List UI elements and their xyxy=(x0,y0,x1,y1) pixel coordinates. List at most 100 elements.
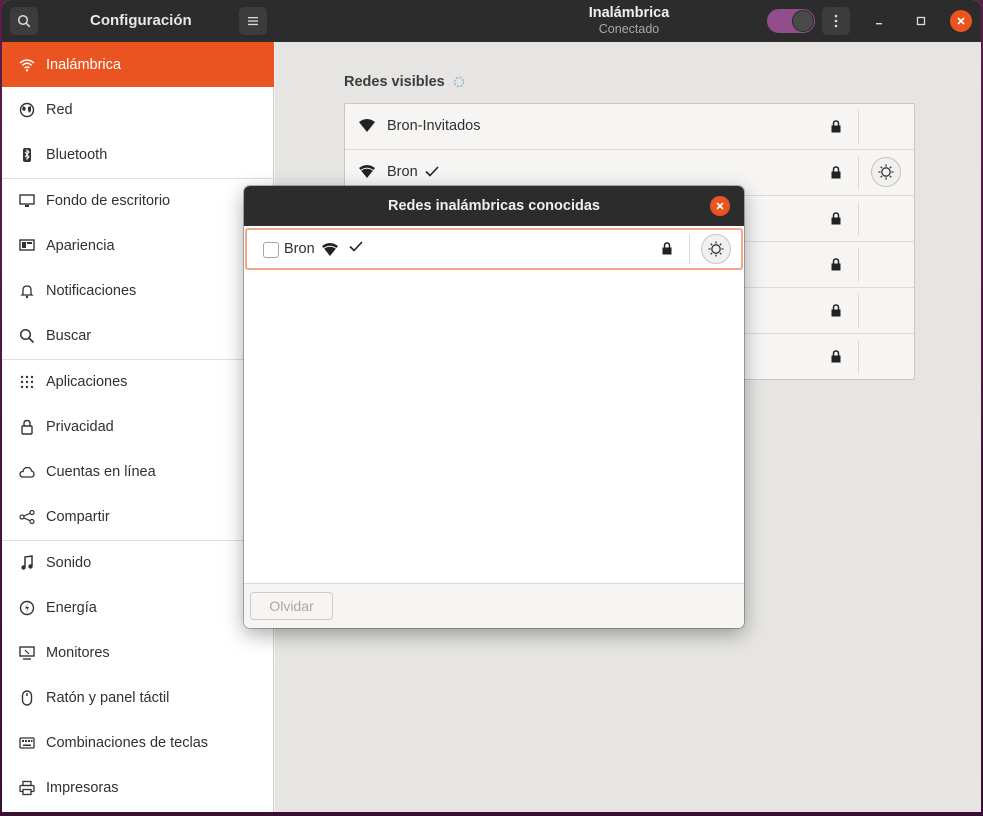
share-icon xyxy=(16,506,38,528)
wifi-toggle[interactable] xyxy=(767,9,815,33)
lock-icon xyxy=(831,120,841,133)
forget-button[interactable]: Olvidar xyxy=(250,592,333,620)
gear-icon xyxy=(878,164,894,180)
sidebar-item-sound[interactable]: Sonido xyxy=(2,540,274,585)
network-settings-button[interactable] xyxy=(871,157,901,187)
sidebar-item-label: Compartir xyxy=(46,508,110,525)
app-title: Configuración xyxy=(90,12,192,29)
row-divider xyxy=(858,248,859,282)
search-button[interactable] xyxy=(10,7,38,35)
sidebar-item-label: Impresoras xyxy=(46,779,119,796)
sidebar-item-label: Red xyxy=(46,101,73,118)
options-button[interactable] xyxy=(822,7,850,35)
lock-icon xyxy=(16,416,38,438)
bluetooth-icon xyxy=(16,144,38,166)
network-icon xyxy=(16,99,38,121)
sidebar-item-power[interactable]: Energía xyxy=(2,585,274,630)
sidebar-item-label: Cuentas en línea xyxy=(46,463,156,480)
page-title-block: Inalámbrica Conectado xyxy=(522,5,736,37)
toggle-knob xyxy=(792,10,814,32)
sidebar-item-label: Bluetooth xyxy=(46,146,108,163)
wifi-signal-icon xyxy=(322,243,338,256)
known-networks-dialog: Redes inalámbricas conocidas Bron Olvida… xyxy=(244,186,744,628)
sidebar-item-label: Fondo de escritorio xyxy=(46,192,171,209)
minimize-button[interactable] xyxy=(868,10,890,32)
sidebar-item-search[interactable]: Buscar xyxy=(2,313,274,358)
known-network-settings-button[interactable] xyxy=(701,234,731,264)
row-divider xyxy=(858,294,859,328)
connected-check-icon xyxy=(349,241,363,252)
sidebar-item-network[interactable]: Red xyxy=(2,87,274,132)
network-name: Bron-Invitados xyxy=(387,118,481,134)
page-subtitle: Conectado xyxy=(598,22,660,36)
row-divider xyxy=(858,156,859,190)
search-icon xyxy=(17,14,31,28)
sidebar-item-online-accounts[interactable]: Cuentas en línea xyxy=(2,449,274,494)
network-checkbox[interactable] xyxy=(263,242,279,258)
sidebar-item-background[interactable]: Fondo de escritorio xyxy=(2,178,274,223)
sidebar-item-label: Apariencia xyxy=(46,237,115,254)
music-note-icon xyxy=(16,552,38,574)
header-bar: Configuración Inalámbrica Conectado xyxy=(2,0,981,42)
maximize-icon xyxy=(916,16,926,26)
dialog-close-button[interactable] xyxy=(710,196,730,216)
section-title: Redes visibles xyxy=(344,74,465,90)
cloud-icon xyxy=(16,461,38,483)
sidebar-item-label: Monitores xyxy=(46,644,110,661)
row-divider xyxy=(858,340,859,374)
keyboard-icon xyxy=(16,732,38,754)
page-title: Inalámbrica xyxy=(588,5,670,21)
wifi-icon xyxy=(16,54,38,76)
lock-icon xyxy=(831,350,841,363)
dialog-title: Redes inalámbricas conocidas xyxy=(388,198,600,214)
vertical-dots-icon xyxy=(834,14,838,28)
sidebar-item-mouse[interactable]: Ratón y panel táctil xyxy=(2,675,274,720)
minimize-icon xyxy=(876,23,882,25)
sidebar-item-applications[interactable]: Aplicaciones xyxy=(2,359,274,404)
sidebar-item-sharing[interactable]: Compartir xyxy=(2,494,274,539)
sidebar-item-printers[interactable]: Impresoras xyxy=(2,765,274,810)
sidebar-item-label: Ratón y panel táctil xyxy=(46,689,170,706)
section-title-label: Redes visibles xyxy=(344,74,445,90)
monitor-icon xyxy=(16,642,38,664)
close-icon xyxy=(716,202,724,210)
known-network-name: Bron xyxy=(284,241,315,257)
sidebar-item-label: Combinaciones de teclas xyxy=(46,734,209,751)
sidebar-item-bluetooth[interactable]: Bluetooth xyxy=(2,132,274,177)
appearance-icon xyxy=(16,235,38,257)
sidebar-item-label: Buscar xyxy=(46,327,92,344)
dialog-footer: Olvidar xyxy=(244,583,744,628)
sidebar-item-privacy[interactable]: Privacidad xyxy=(2,404,274,449)
network-row[interactable]: Bron-Invitados xyxy=(345,104,914,150)
close-button[interactable] xyxy=(950,10,972,32)
printer-icon xyxy=(16,777,38,799)
hamburger-icon xyxy=(248,17,258,26)
power-icon xyxy=(16,597,38,619)
lock-icon xyxy=(831,212,841,225)
row-divider xyxy=(858,110,859,144)
sidebar-item-keyboard[interactable]: Combinaciones de teclas xyxy=(2,720,274,765)
sidebar-item-label: Energía xyxy=(46,599,97,616)
menu-button[interactable] xyxy=(239,7,267,35)
sidebar-item-label: Privacidad xyxy=(46,418,114,435)
network-name: Bron xyxy=(387,164,418,180)
lock-icon xyxy=(831,166,841,179)
known-network-row[interactable]: Bron xyxy=(245,228,743,270)
wifi-signal-icon xyxy=(359,165,375,178)
sidebar-item-label: Aplicaciones xyxy=(46,373,128,390)
spinner-icon xyxy=(453,76,465,88)
maximize-button[interactable] xyxy=(910,10,932,32)
row-divider xyxy=(858,202,859,236)
wifi-signal-icon xyxy=(359,119,375,132)
lock-icon xyxy=(831,258,841,271)
sidebar-item-label: Inalámbrica xyxy=(46,56,121,73)
mouse-icon xyxy=(16,687,38,709)
sidebar-item-displays[interactable]: Monitores xyxy=(2,630,274,675)
bell-icon xyxy=(16,280,38,302)
sidebar-item-appearance[interactable]: Apariencia xyxy=(2,223,274,268)
sidebar-item-label: Sonido xyxy=(46,554,92,571)
sidebar-item-wireless[interactable]: Inalámbrica xyxy=(2,42,274,87)
sidebar-item-label: Notificaciones xyxy=(46,282,137,299)
sidebar-item-notifications[interactable]: Notificaciones xyxy=(2,268,274,313)
lock-icon xyxy=(662,242,672,255)
